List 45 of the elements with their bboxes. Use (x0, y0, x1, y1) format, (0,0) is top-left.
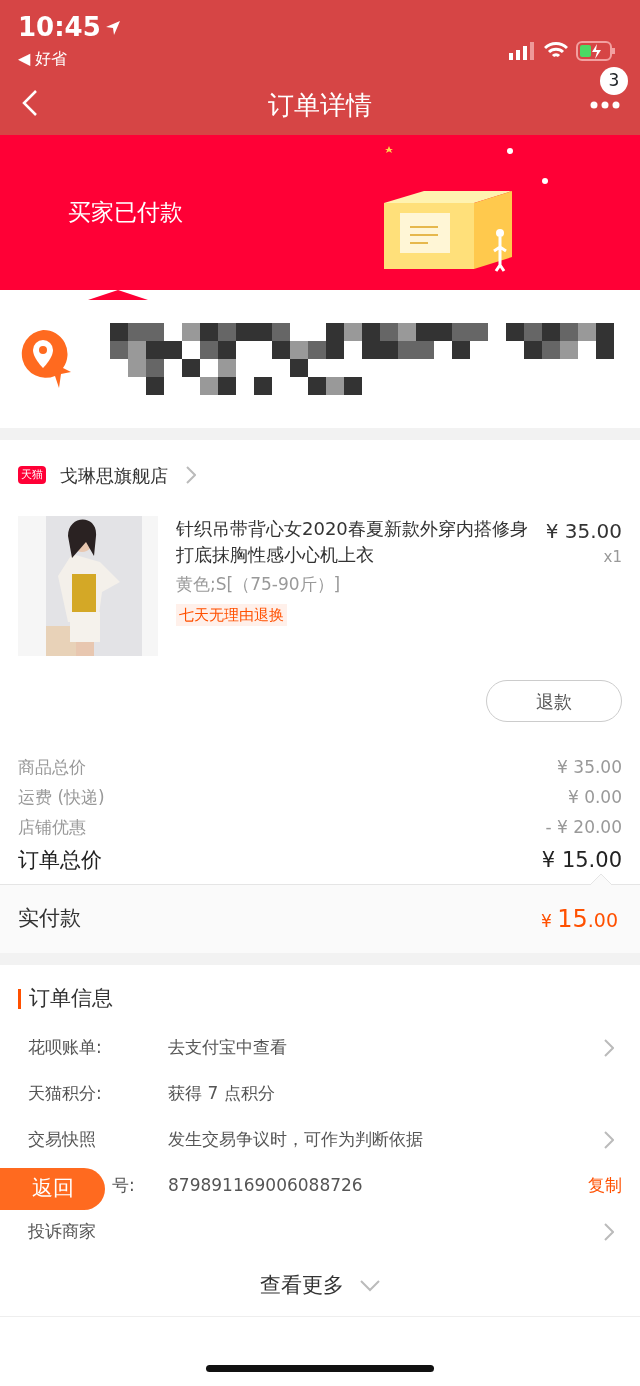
page-title: 订单详情 (268, 88, 372, 122)
product-title[interactable]: 针织吊带背心女2020春夏新款外穿内搭修身打底抹胸性感小心机上衣 (176, 516, 532, 568)
price-value: - ¥ 20.00 (545, 816, 622, 839)
time-text: 10:45 (18, 11, 101, 44)
home-indicator[interactable] (206, 1365, 434, 1372)
back-to-app-link[interactable]: ◀ 好省 (18, 47, 121, 71)
price-label: 店铺优惠 (18, 816, 86, 839)
info-label: 天猫积分: (28, 1083, 102, 1104)
info-value: 发生交易争议时，可作为判断依据 (168, 1128, 424, 1152)
back-icon[interactable] (22, 89, 38, 117)
notification-badge: 3 (600, 67, 628, 95)
info-value: 879891169006088726 (168, 1174, 364, 1198)
store-name-link[interactable]: 戈琳思旗舰店 (60, 461, 168, 489)
info-value: 去支付宝中查看 (168, 1036, 288, 1060)
see-more-link[interactable]: 查看更多 (260, 1269, 344, 1302)
price-value: ¥ 15.00 (541, 847, 622, 874)
price-label: 商品总价 (18, 756, 86, 779)
location-arrow-icon (104, 19, 121, 36)
chevron-icon[interactable] (604, 1223, 614, 1241)
product-quantity: x1 (602, 547, 622, 568)
section-heading: 订单信息 (29, 985, 113, 1013)
chevron-icon[interactable] (604, 1131, 614, 1149)
wifi-icon (544, 41, 568, 60)
price-value: ¥ 35.00 (557, 756, 622, 779)
info-label: 交易快照 (28, 1129, 96, 1150)
product-variant: 黄色;S[（75-90斤）] (176, 573, 342, 596)
price-value: ¥ 0.00 (567, 786, 622, 809)
paid-amount: ¥ 15.00 (541, 904, 618, 935)
signal-icon (508, 41, 536, 60)
more-icon[interactable] (590, 101, 620, 109)
info-value: 获得 7 点积分 (168, 1082, 276, 1106)
service-tag: 七天无理由退换 (176, 603, 287, 626)
price-label: 运费 (快递) (18, 786, 105, 809)
info-label: 花呗账单: (28, 1037, 102, 1058)
chevron-icon[interactable] (604, 1039, 614, 1057)
product-price: ¥ 35.00 (544, 518, 622, 545)
battery-charging-icon (576, 40, 616, 61)
info-label: 投诉商家 (28, 1221, 96, 1242)
store-tag: 天猫 (18, 465, 46, 485)
info-label: 号: (112, 1174, 135, 1198)
order-status-text: 买家已付款 (68, 198, 183, 228)
chevron-icon (186, 466, 196, 484)
price-label: 订单总价 (18, 847, 102, 874)
paid-label: 实付款 (18, 905, 81, 933)
chevron-down-icon (360, 1279, 380, 1292)
